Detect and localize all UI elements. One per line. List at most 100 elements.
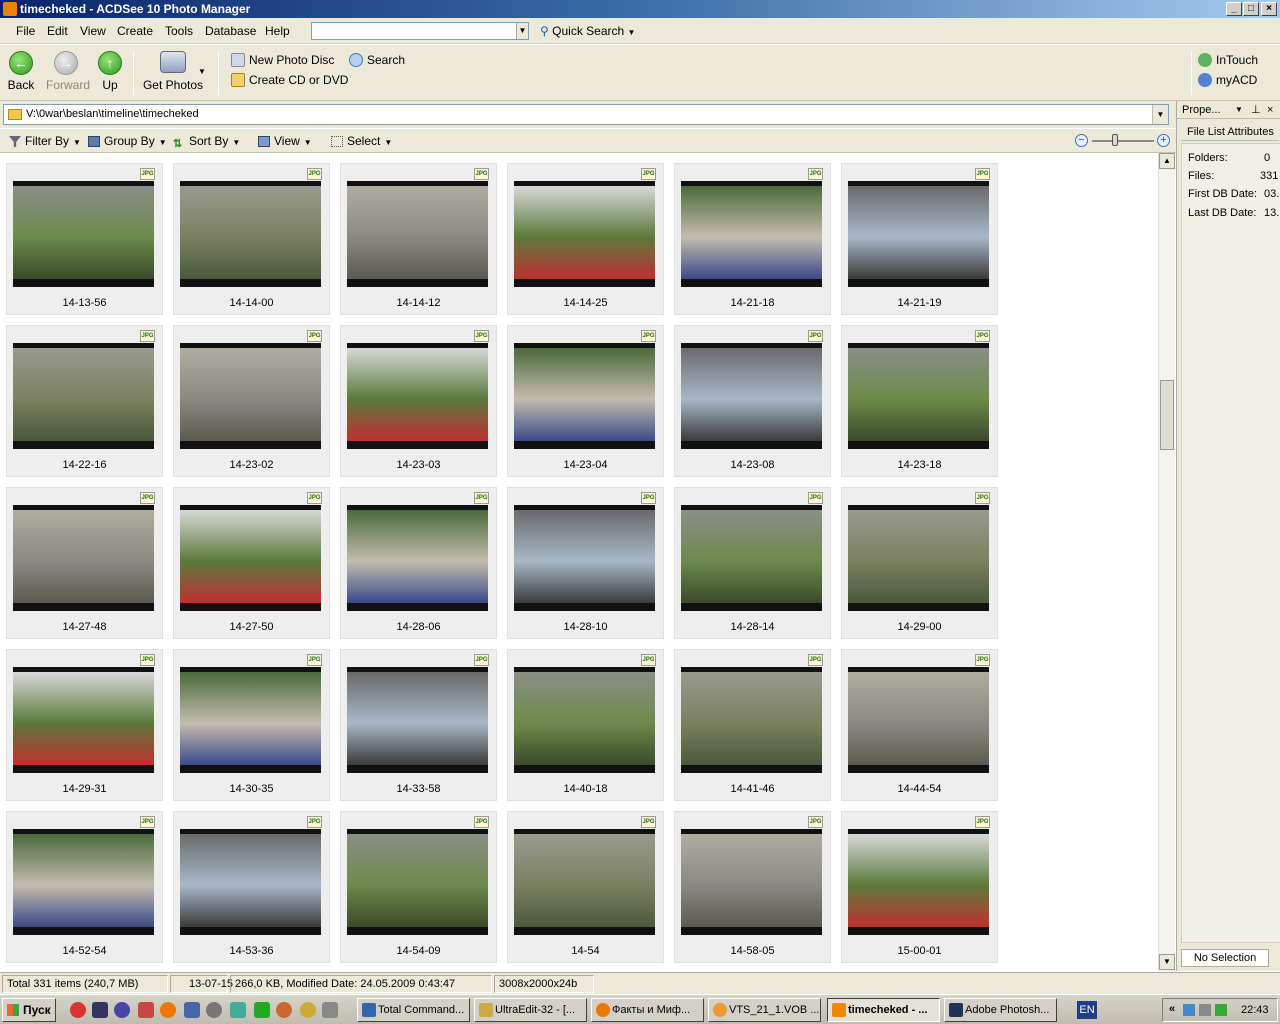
menu-create[interactable]: Create — [117, 24, 153, 38]
thumbnail-image[interactable] — [347, 667, 488, 773]
zoom-slider[interactable]: − + — [1075, 133, 1175, 149]
group-by-button[interactable]: Group By ▼ — [88, 134, 167, 148]
taskbar-button-vob[interactable]: VTS_21_1.VOB ... — [708, 998, 821, 1022]
no-selection-tab[interactable]: No Selection — [1181, 949, 1269, 967]
intouch-button[interactable]: InTouch — [1198, 53, 1258, 67]
quicklaunch-tool-icon[interactable] — [138, 1002, 154, 1018]
quicklaunch-acdsee-icon[interactable] — [300, 1002, 316, 1018]
thumbnail-item[interactable]: JPG 14-27-48 — [6, 487, 163, 639]
taskbar-button-ultraedit[interactable]: UltraEdit-32 - [... — [474, 998, 587, 1022]
thumbnail-image[interactable] — [347, 343, 488, 449]
thumbnail-item[interactable]: JPG 14-23-08 — [674, 325, 831, 477]
scroll-up-icon[interactable]: ▲ — [1159, 153, 1175, 169]
thumbnail-item[interactable]: JPG 14-23-03 — [340, 325, 497, 477]
thumbnail-item[interactable]: JPG 14-52-54 — [6, 811, 163, 963]
thumbnail-item[interactable]: JPG 14-23-02 — [173, 325, 330, 477]
vertical-scrollbar[interactable]: ▲ ▼ — [1158, 153, 1175, 971]
thumbnail-image[interactable] — [180, 181, 321, 287]
thumbnail-image[interactable] — [180, 829, 321, 935]
thumbnail-image[interactable] — [13, 829, 154, 935]
chevron-down-icon[interactable]: ▼ — [1152, 105, 1168, 124]
thumbnail-item[interactable]: JPG 14-28-10 — [507, 487, 664, 639]
quicklaunch-word-icon[interactable] — [184, 1002, 200, 1018]
folder-path-input[interactable]: V:\0war\beslan\timeline\timecheked ▼ — [3, 104, 1169, 125]
tray-transfer-icon[interactable] — [1215, 1004, 1227, 1016]
thumbnail-image[interactable] — [180, 667, 321, 773]
thumbnail-image[interactable] — [13, 667, 154, 773]
thumbnail-item[interactable]: JPG 14-27-50 — [173, 487, 330, 639]
thumbnail-image[interactable] — [180, 505, 321, 611]
thumbnail-item[interactable]: JPG 14-54-09 — [340, 811, 497, 963]
tray-expand-icon[interactable]: « — [1169, 1003, 1175, 1015]
maximize-button[interactable]: □ — [1243, 2, 1259, 16]
chevron-down-icon[interactable]: ▼ — [516, 23, 528, 39]
zoom-in-icon[interactable]: + — [1157, 134, 1170, 147]
file-list-attributes-tab[interactable]: File List Attributes — [1181, 123, 1279, 141]
thumbnail-item[interactable]: JPG 14-28-06 — [340, 487, 497, 639]
thumbnail-image[interactable] — [848, 667, 989, 773]
thumbnail-image[interactable] — [347, 181, 488, 287]
forward-button[interactable]: → Forward — [46, 51, 90, 92]
quicklaunch-opera2-icon[interactable] — [276, 1002, 292, 1018]
create-cd-button[interactable]: Create CD or DVD — [231, 73, 348, 87]
thumbnail-item[interactable]: JPG 14-28-14 — [674, 487, 831, 639]
taskbar-button-firefox[interactable]: Факты и Миф... — [591, 998, 704, 1022]
thumbnail-image[interactable] — [180, 343, 321, 449]
tray-network-icon[interactable] — [1183, 1004, 1195, 1016]
thumbnail-image[interactable] — [681, 343, 822, 449]
quicklaunch-notepad-icon[interactable] — [322, 1002, 338, 1018]
thumbnail-image[interactable] — [514, 343, 655, 449]
quicklaunch-cd-icon[interactable] — [206, 1002, 222, 1018]
thumbnail-item[interactable]: JPG 14-14-25 — [507, 163, 664, 315]
minimize-button[interactable]: _ — [1226, 2, 1242, 16]
menu-database[interactable]: Database — [205, 24, 256, 38]
thumbnail-item[interactable]: JPG 14-22-16 — [6, 325, 163, 477]
get-photos-button[interactable]: Get Photos — [142, 51, 204, 92]
menu-help[interactable]: Help — [265, 24, 290, 38]
thumbnail-image[interactable] — [681, 829, 822, 935]
chevron-down-icon[interactable]: ▼ — [1235, 101, 1243, 119]
thumbnail-image[interactable] — [848, 829, 989, 935]
thumbnail-item[interactable]: JPG 14-14-00 — [173, 163, 330, 315]
thumbnail-image[interactable] — [848, 181, 989, 287]
thumbnail-item[interactable]: JPG 14-30-35 — [173, 649, 330, 801]
thumbnail-image[interactable] — [347, 505, 488, 611]
thumbnail-item[interactable]: JPG 14-14-12 — [340, 163, 497, 315]
thumbnail-item[interactable]: JPG 14-58-05 — [674, 811, 831, 963]
tray-device-icon[interactable] — [1199, 1004, 1211, 1016]
thumbnail-item[interactable]: JPG 14-23-18 — [841, 325, 998, 477]
thumbnail-image[interactable] — [347, 829, 488, 935]
thumbnail-image[interactable] — [848, 343, 989, 449]
zoom-out-icon[interactable]: − — [1075, 134, 1088, 147]
quicklaunch-app-icon[interactable] — [92, 1002, 108, 1018]
taskbar-button-total-commander[interactable]: Total Command... — [357, 998, 470, 1022]
quicklaunch-media-icon[interactable] — [114, 1002, 130, 1018]
thumbnail-item[interactable]: JPG 14-40-18 — [507, 649, 664, 801]
thumbnail-item[interactable]: JPG 14-21-19 — [841, 163, 998, 315]
menu-view[interactable]: View — [80, 24, 106, 38]
up-button[interactable]: ↑ Up — [96, 51, 124, 92]
thumbnail-item[interactable]: JPG 14-44-54 — [841, 649, 998, 801]
select-button[interactable]: Select ▼ — [331, 134, 392, 148]
thumbnail-item[interactable]: JPG 14-53-36 — [173, 811, 330, 963]
thumbnail-item[interactable]: JPG 14-33-58 — [340, 649, 497, 801]
scrollbar-thumb[interactable] — [1160, 380, 1174, 450]
language-indicator[interactable]: EN — [1077, 1001, 1097, 1019]
search-button[interactable]: Search — [349, 53, 405, 67]
menu-edit[interactable]: Edit — [47, 24, 68, 38]
acdsee-app-icon[interactable] — [3, 2, 17, 16]
close-button[interactable]: × — [1261, 2, 1277, 16]
thumbnail-item[interactable]: JPG 15-00-01 — [841, 811, 998, 963]
thumbnail-image[interactable] — [13, 343, 154, 449]
myacd-button[interactable]: myACD — [1198, 73, 1257, 87]
close-icon[interactable]: × — [1267, 101, 1273, 119]
thumbnail-image[interactable] — [13, 505, 154, 611]
thumbnail-image[interactable] — [681, 181, 822, 287]
thumbnail-image[interactable] — [514, 667, 655, 773]
taskbar-button-photoshop[interactable]: Adobe Photosh... — [944, 998, 1057, 1022]
thumbnail-image[interactable] — [848, 505, 989, 611]
menu-file[interactable]: File — [16, 24, 35, 38]
thumbnail-item[interactable]: JPG 14-29-00 — [841, 487, 998, 639]
menu-tools[interactable]: Tools — [165, 24, 193, 38]
thumbnail-item[interactable]: JPG 14-13-56 — [6, 163, 163, 315]
